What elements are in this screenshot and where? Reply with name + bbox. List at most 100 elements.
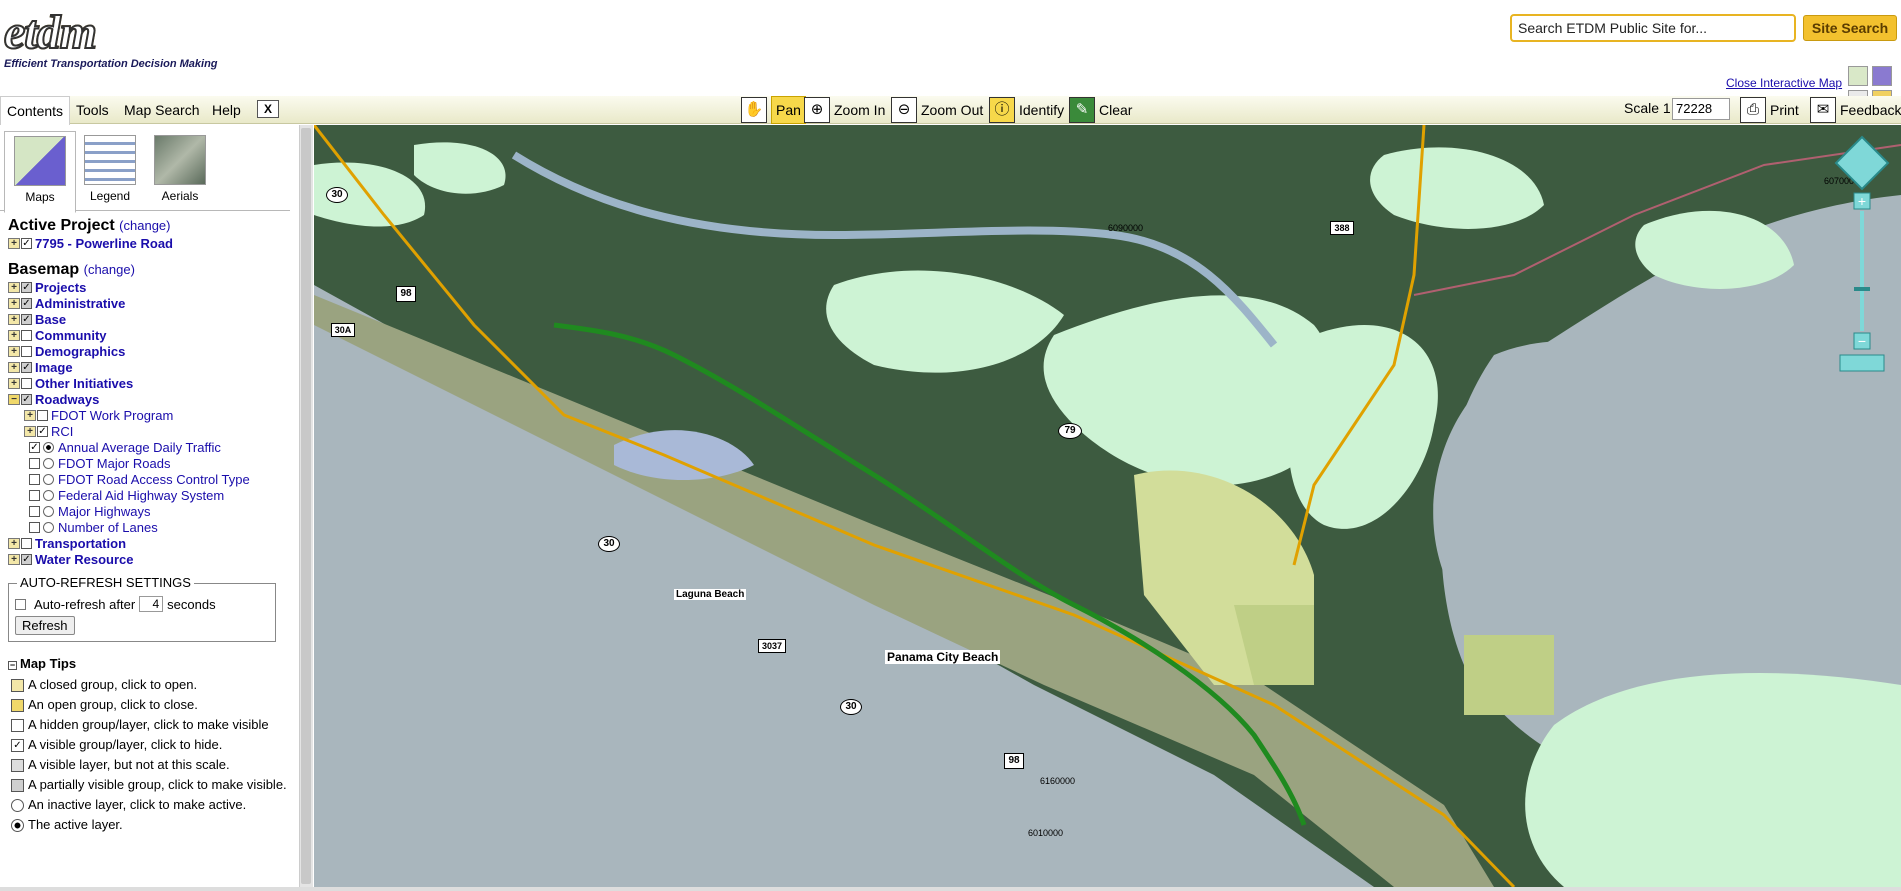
checkbox-icon[interactable]: ✓ <box>21 313 32 325</box>
close-panel-button[interactable]: X <box>257 100 279 118</box>
maps-icon <box>14 136 66 186</box>
tab-help[interactable]: Help <box>206 96 247 124</box>
active-project-link[interactable]: 7795 - Powerline Road <box>35 236 173 251</box>
subgroup-link[interactable]: RCI <box>51 424 73 439</box>
checkbox-icon[interactable]: ✓ <box>21 393 32 405</box>
group-link[interactable]: Projects <box>35 280 86 295</box>
tab-tools[interactable]: Tools <box>70 96 115 124</box>
subtab-maps[interactable]: Maps <box>4 131 76 213</box>
checkbox-icon[interactable]: ✓ <box>21 553 32 565</box>
subtab-aerials[interactable]: Aerials <box>144 131 216 209</box>
close-interactive-map-link[interactable]: Close Interactive Map <box>1726 76 1842 90</box>
checkbox-icon[interactable]: ✓ <box>21 237 32 249</box>
sidebar-scroll-thumb[interactable] <box>301 128 311 884</box>
checkbox-icon[interactable] <box>29 489 40 501</box>
checkbox-icon[interactable] <box>21 537 32 549</box>
tip-text: A hidden group/layer, click to make visi… <box>28 717 269 732</box>
expand-icon[interactable]: + <box>8 553 20 565</box>
layer-link[interactable]: Number of Lanes <box>58 520 158 535</box>
group-link[interactable]: Community <box>35 328 107 343</box>
map-tips-heading[interactable]: − Map Tips <box>8 656 288 671</box>
layer-group-image: + ✓ Image <box>8 359 288 375</box>
scale-input[interactable]: 72228 <box>1672 98 1730 120</box>
print-tool[interactable]: ⎙ Print <box>1740 97 1799 123</box>
group-link[interactable]: Demographics <box>35 344 125 359</box>
expand-icon[interactable]: + <box>8 361 20 373</box>
expand-icon[interactable]: + <box>24 425 36 437</box>
radio-icon[interactable] <box>43 505 54 517</box>
radio-icon[interactable] <box>43 473 54 485</box>
checkbox-icon[interactable]: ✓ <box>29 441 40 453</box>
auto-refresh-checkbox[interactable] <box>15 598 26 610</box>
page-horizontal-scrollbar[interactable] <box>0 887 1901 891</box>
tab-map-search[interactable]: Map Search <box>118 96 205 124</box>
radio-icon[interactable] <box>43 457 54 469</box>
checkbox-icon[interactable]: ✓ <box>21 297 32 309</box>
refresh-button[interactable]: Refresh <box>15 616 75 635</box>
radio-icon[interactable] <box>43 521 54 533</box>
layer-link[interactable]: Major Highways <box>58 504 150 519</box>
collapse-icon[interactable]: − <box>8 393 20 405</box>
change-project-link[interactable]: (change) <box>119 218 170 233</box>
expand-icon[interactable]: + <box>8 345 20 357</box>
change-basemap-link[interactable]: (change) <box>84 262 135 277</box>
expand-icon[interactable]: + <box>8 313 20 325</box>
header: etdm Efficient Transportation Decision M… <box>0 0 1901 110</box>
checkbox-icon[interactable]: ✓ <box>21 281 32 293</box>
checkbox-icon[interactable] <box>29 473 40 485</box>
subgroup-link[interactable]: FDOT Work Program <box>51 408 173 423</box>
group-link[interactable]: Roadways <box>35 392 99 407</box>
etdm-logo[interactable]: etdm Efficient Transportation Decision M… <box>3 8 218 71</box>
checkbox-icon[interactable]: ✓ <box>37 425 48 437</box>
auto-refresh-seconds-input[interactable]: 4 <box>139 596 164 612</box>
identify-tool[interactable]: ⓘ Identify <box>989 97 1064 123</box>
feedback-tool[interactable]: ✉ Feedback <box>1810 97 1901 123</box>
checkbox-icon[interactable] <box>21 345 32 357</box>
expand-icon[interactable]: + <box>8 237 20 249</box>
checkbox-icon[interactable] <box>29 505 40 517</box>
expand-icon[interactable]: + <box>24 409 36 421</box>
overlay-icon[interactable] <box>1872 66 1892 86</box>
checkbox-icon[interactable]: ✓ <box>21 361 32 373</box>
layer-aadt: ✓ Annual Average Daily Traffic <box>8 439 288 455</box>
expand-icon[interactable]: + <box>8 281 20 293</box>
group-link[interactable]: Administrative <box>35 296 125 311</box>
checkbox-icon[interactable] <box>21 329 32 341</box>
radio-icon[interactable] <box>43 489 54 501</box>
layer-link[interactable]: FDOT Major Roads <box>58 456 170 471</box>
expand-icon[interactable]: + <box>8 537 20 549</box>
subtab-legend[interactable]: Legend <box>74 131 146 209</box>
expand-icon[interactable]: + <box>8 329 20 341</box>
expand-icon[interactable]: + <box>8 377 20 389</box>
map-canvas[interactable]: Panama City Beach Laguna Beach 30 98 30A… <box>314 125 1901 887</box>
partial-check-icon <box>11 779 24 792</box>
clear-tool[interactable]: ✎ Clear <box>1069 97 1132 123</box>
checkbox-icon[interactable] <box>29 521 40 533</box>
clear-label: Clear <box>1099 102 1133 118</box>
zoom-slider-thumb[interactable] <box>1854 287 1870 291</box>
pan-arrows-icon[interactable] <box>1834 135 1890 191</box>
group-link[interactable]: Base <box>35 312 66 327</box>
layer-link[interactable]: FDOT Road Access Control Type <box>58 472 250 487</box>
radio-icon[interactable] <box>43 441 54 453</box>
site-search-input[interactable]: Search ETDM Public Site for... <box>1510 14 1796 42</box>
group-link[interactable]: Image <box>35 360 73 375</box>
route-shield: 30 <box>598 536 620 552</box>
group-link[interactable]: Transportation <box>35 536 126 551</box>
layer-link[interactable]: Federal Aid Highway System <box>58 488 224 503</box>
zoom-slider-track[interactable] <box>1860 211 1864 331</box>
full-extent-icon[interactable] <box>1839 354 1885 372</box>
checkbox-icon[interactable] <box>37 409 48 421</box>
site-search-button[interactable]: Site Search <box>1803 15 1897 41</box>
pan-tool[interactable]: ✋ Pan <box>741 96 806 124</box>
map-view-icon[interactable] <box>1848 66 1868 86</box>
zoom-out-tool[interactable]: ⊖ Zoom Out <box>891 97 983 123</box>
zoom-in-tool[interactable]: ⊕ Zoom In <box>804 97 885 123</box>
expand-icon[interactable]: + <box>8 297 20 309</box>
checkbox-icon[interactable] <box>21 377 32 389</box>
group-link[interactable]: Other Initiatives <box>35 376 133 391</box>
tab-contents[interactable]: Contents <box>0 96 71 125</box>
checkbox-icon[interactable] <box>29 457 40 469</box>
layer-link[interactable]: Annual Average Daily Traffic <box>58 440 221 455</box>
group-link[interactable]: Water Resource <box>35 552 134 567</box>
